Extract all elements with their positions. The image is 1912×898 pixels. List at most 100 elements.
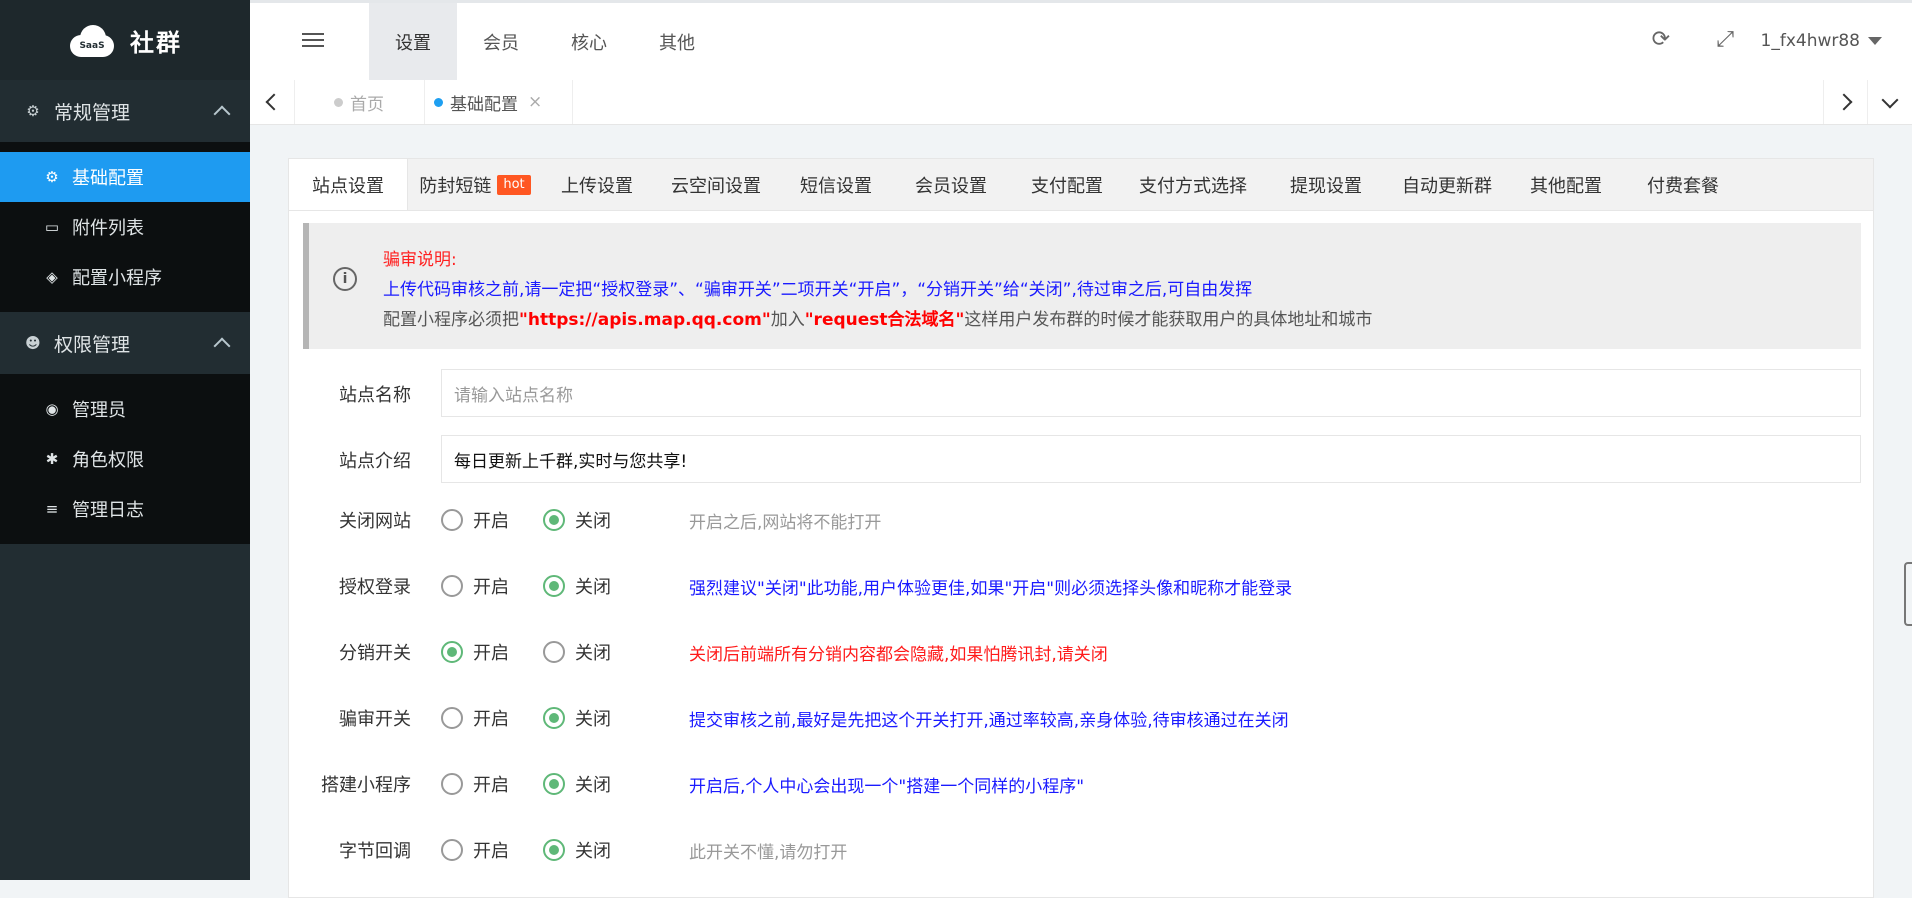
subtab-sms[interactable]: 短信设置 [780,159,892,210]
subtab-withdraw[interactable]: 提现设置 [1262,159,1390,210]
tab-basic-config[interactable]: 基础配置 × [434,80,573,124]
folder-icon: ▭ [44,218,60,236]
user-menu[interactable]: 1_fx4hwr88 [1761,31,1882,51]
field-label: 站点名称 [339,385,411,406]
form-row-close-site: 关闭网站 开启 关闭 开启之后,网站将不能打开 [289,495,1875,543]
radio-circle-checked [441,641,463,663]
notice-title: 骗审说明: [383,250,457,270]
refresh-icon[interactable]: ⟳ [1652,27,1670,52]
settings-tabs: 站点设置 防封短链 hot 上传设置 云空间设置 短信设置 会员设置 支付配置 … [289,159,1873,211]
form-row-site-intro: 站点介绍 每日更新上千群,实时与您共享! [289,435,1875,483]
radio-on[interactable]: 开启 [441,705,509,731]
subtab-upload[interactable]: 上传设置 [542,159,652,210]
menu-toggle-icon[interactable] [302,33,324,51]
subtab-cloud[interactable]: 云空间设置 [652,159,780,210]
topnav-other[interactable]: 其他 [633,3,721,80]
field-label: 骗审开关 [339,709,411,730]
tabs-next-button[interactable] [1823,80,1868,124]
topnav-members[interactable]: 会员 [457,3,545,80]
subtab-other[interactable]: 其他配置 [1504,159,1628,210]
chevron-up-icon [213,105,231,123]
radio-circle-checked [543,575,565,597]
radio-circle [441,575,463,597]
radio-circle-checked [543,707,565,729]
radio-off[interactable]: 关闭 [543,507,611,533]
radio-on[interactable]: 开启 [441,639,509,665]
info-icon: i [333,267,357,291]
subtab-auto-update[interactable]: 自动更新群 [1390,159,1504,210]
radio-circle [441,773,463,795]
sidebar-group-general[interactable]: ⚙ 常规管理 [0,80,250,142]
radio-off[interactable]: 关闭 [543,639,611,665]
settings-card: 站点设置 防封短链 hot 上传设置 云空间设置 短信设置 会员设置 支付配置 … [288,158,1874,898]
form-row-review-switch: 骗审开关 开启 关闭 提交审核之前,最好是先把这个开关打开,通过率较高,亲身体验… [289,693,1875,741]
tab-label: 首页 [350,94,384,115]
radio-on[interactable]: 开启 [441,573,509,599]
tab-home[interactable]: 首页 [294,80,425,124]
site-name-input[interactable]: 请输入站点名称 [441,369,1861,417]
site-intro-input[interactable]: 每日更新上千群,实时与您共享! [441,435,1861,483]
subtab-label: 防封短链 [419,175,492,197]
field-label: 字节回调 [339,841,411,862]
sidebar-item-basic-config[interactable]: ⚙ 基础配置 [0,152,250,202]
chevron-down-icon [1881,91,1899,108]
field-hint: 此开关不懂,请勿打开 [689,843,848,863]
github-icon: ☻ [25,334,41,352]
caret-down-icon [1868,37,1882,45]
sidebar-item-label: 配置小程序 [72,268,162,289]
chevron-left-icon [265,93,283,111]
sidebar-group-permissions[interactable]: ☻ 权限管理 [0,312,250,374]
subtab-payment-method[interactable]: 支付方式选择 [1124,159,1262,210]
list-icon: ≡ [45,500,59,518]
subtab-paid-plans[interactable]: 付费套餐 [1628,159,1738,210]
sidebar-group-label: 权限管理 [54,333,131,356]
field-hint: 开启之后,网站将不能打开 [689,513,882,533]
subtab-member[interactable]: 会员设置 [892,159,1010,210]
radio-circle [441,839,463,861]
field-hint: 强烈建议"关闭"此功能,用户体验更佳,如果"开启"则必须选择头像和昵称才能登录 [689,579,1293,599]
fullscreen-icon[interactable]: ⤢ [1716,27,1734,52]
page-tabs-bar: 首页 基础配置 × [250,80,1912,125]
radio-circle-checked [543,509,565,531]
sidebar-item-logs[interactable]: ≡ 管理日志 [0,484,250,534]
top-nav: 设置 会员 核心 其他 [369,3,721,80]
radio-off[interactable]: 关闭 [543,573,611,599]
radio-off[interactable]: 关闭 [543,771,611,797]
radio-on[interactable]: 开启 [441,771,509,797]
radio-circle [441,509,463,531]
tab-dot [434,97,443,107]
scrollbar-handle[interactable] [1904,562,1912,626]
radio-off[interactable]: 关闭 [543,837,611,863]
field-hint: 关闭后前端所有分销内容都会隐藏,如果怕腾讯封,请关闭 [689,645,1108,665]
chevron-up-icon [213,337,231,355]
logo[interactable]: SaaS 社群 [0,0,250,80]
radio-on[interactable]: 开启 [441,507,509,533]
tabs-menu-button[interactable] [1867,80,1912,124]
notice-line: 配置小程序必须把"https://apis.map.qq.com"加入"requ… [383,310,1373,330]
hot-badge: hot [497,174,531,195]
tabs-prev-button[interactable] [250,80,295,124]
sidebar-item-roles[interactable]: ✱ 角色权限 [0,434,250,484]
download-circle-icon: ◉ [45,400,59,418]
close-icon[interactable]: × [528,92,542,112]
subtab-site[interactable]: 站点设置 [289,159,408,210]
radio-off[interactable]: 关闭 [543,705,611,731]
sidebar-item-label: 角色权限 [72,450,144,471]
brand-name: 社群 [130,28,182,57]
sidebar-item-miniprogram[interactable]: ◈ 配置小程序 [0,252,250,302]
radio-circle [543,641,565,663]
sidebar-item-attachments[interactable]: ▭ 附件列表 [0,202,250,252]
topnav-settings[interactable]: 设置 [369,3,457,80]
sidebar-group-label: 常规管理 [54,101,131,124]
subtab-payment[interactable]: 支付配置 [1010,159,1124,210]
sidebar-item-admins[interactable]: ◉ 管理员 [0,384,250,434]
tab-label: 基础配置 [450,94,518,115]
topnav-core[interactable]: 核心 [545,3,633,80]
field-hint: 提交审核之前,最好是先把这个开关打开,通过率较高,亲身体验,待审核通过在关闭 [689,711,1289,731]
subtab-anti-block[interactable]: 防封短链 hot [408,159,542,210]
radio-on[interactable]: 开启 [441,837,509,863]
notice-line: 上传代码审核之前,请一定把“授权登录”、“骗审开关”二项开关“开启”，“分销开关… [383,280,1253,300]
form-row-site-name: 站点名称 请输入站点名称 [289,369,1875,417]
codepen-icon: ◈ [46,268,58,286]
form-row-bytedance-callback: 字节回调 开启 关闭 此开关不懂,请勿打开 [289,825,1875,873]
